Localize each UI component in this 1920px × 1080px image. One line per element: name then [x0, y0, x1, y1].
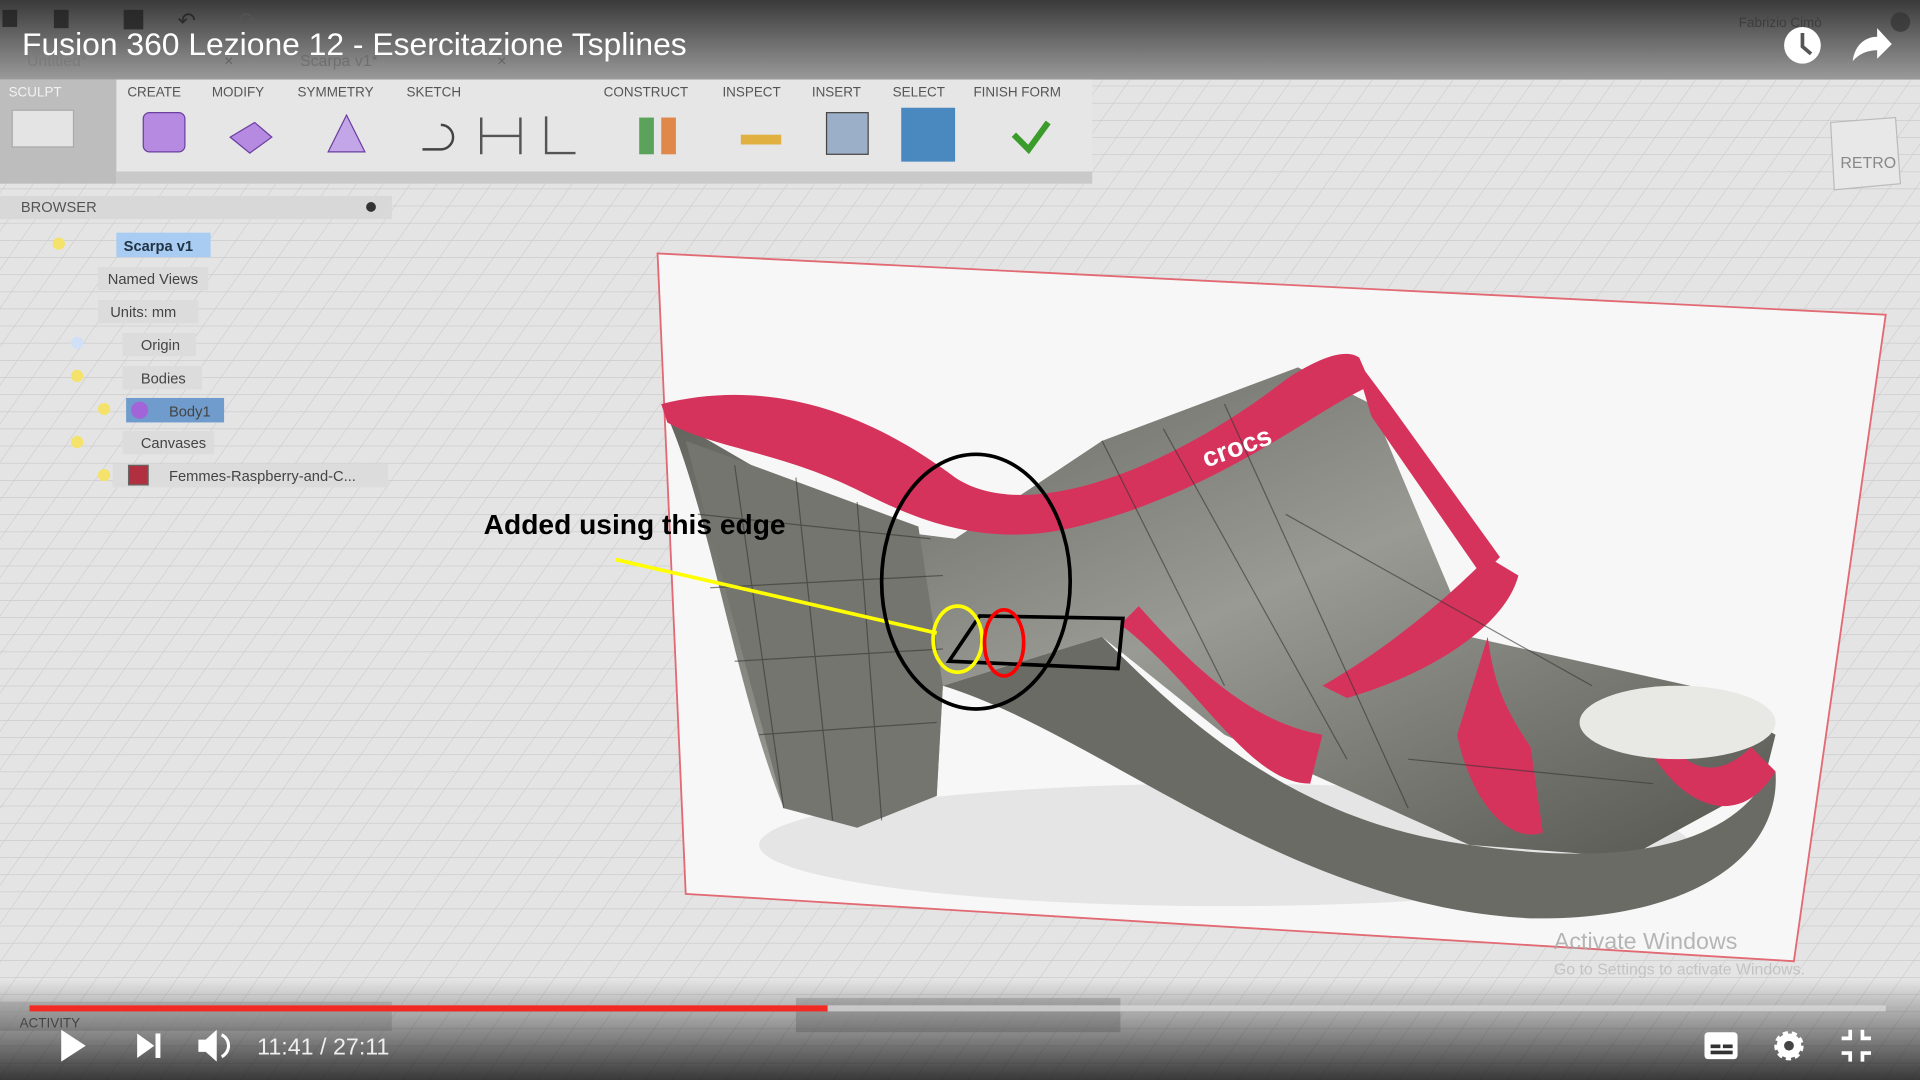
apps-grid-icon[interactable]: [2, 9, 18, 27]
browser-title: BROWSER: [21, 200, 97, 216]
progress-bar[interactable]: [29, 1005, 1886, 1012]
group-label: SKETCH: [407, 85, 462, 100]
settings-icon[interactable]: [1774, 1031, 1804, 1061]
subtitles-icon[interactable]: [1704, 1032, 1738, 1060]
video-frame: crocs RETRO ↶ ↷ Untitled* × Scarpa v1* ×…: [0, 0, 1920, 1080]
tree-item-label: Units: mm: [110, 305, 176, 321]
visibility-bulb-icon[interactable]: [71, 435, 84, 449]
group-label: CONSTRUCT: [604, 85, 688, 100]
progress-played: [29, 1005, 828, 1012]
tree-item-canvas-image[interactable]: Femmes-Raspberry-and-C...: [97, 464, 389, 488]
body-icon: [131, 401, 149, 419]
tree-item-label: Scarpa v1: [124, 239, 193, 255]
tree-item-units[interactable]: Units: mm: [97, 300, 199, 324]
visibility-bulb-icon[interactable]: [97, 402, 111, 416]
tree-item-label: Canvases: [141, 436, 206, 452]
activation-watermark-sub: Go to Settings to activate Windows.: [1554, 962, 1805, 979]
tree-item-label: Body1: [169, 404, 211, 420]
time-display: 11:41 / 27:11: [257, 1033, 389, 1059]
video-title[interactable]: Fusion 360 Lezione 12 - Esercitazione Ts…: [22, 26, 687, 62]
construct-plane-icon: [639, 117, 654, 155]
visibility-bulb-icon[interactable]: [71, 369, 84, 383]
tree-item-label: Origin: [141, 338, 180, 354]
group-label: SELECT: [893, 85, 945, 100]
group-label: FINISH FORM: [973, 85, 1060, 100]
visibility-bulb-icon[interactable]: [97, 468, 111, 482]
select-icon: [901, 107, 956, 162]
annotation-text: Added using this edge: [484, 509, 786, 540]
box-icon: [142, 112, 186, 153]
toolbar: SCULPT CREATE MODIFY SYMMETRY SKETCH CON…: [0, 79, 1093, 184]
group-label: INSPECT: [722, 85, 780, 100]
user-name: Fabrizio Cimò: [1739, 15, 1822, 30]
group-label: MODIFY: [212, 85, 264, 100]
tree-item-named-views[interactable]: Named Views: [97, 266, 209, 291]
group-label: INSERT: [812, 85, 861, 100]
group-label: SYMMETRY: [298, 85, 374, 100]
visibility-bulb-icon[interactable]: [52, 237, 65, 250]
viewcube-face-label: RETRO: [1840, 155, 1896, 172]
workspace-label: SCULPT: [9, 85, 62, 100]
sculpt-mesh-icon: [11, 109, 75, 148]
insert-image-icon: [825, 112, 869, 155]
activation-watermark: Activate Windows: [1554, 928, 1737, 954]
group-label: CREATE: [127, 85, 181, 100]
canvas-image-icon: [127, 464, 149, 486]
visibility-bulb-icon[interactable]: [71, 336, 84, 349]
tree-item-label: Named Views: [108, 272, 198, 288]
measure-icon: [740, 134, 782, 145]
tree-item-label: Bodies: [141, 371, 186, 387]
tree-item-label: Femmes-Raspberry-and-C...: [169, 469, 356, 485]
viewcube[interactable]: RETRO: [1829, 116, 1902, 191]
watch-later-button[interactable]: [1784, 26, 1821, 64]
browser-collapse-icon[interactable]: [366, 202, 376, 212]
help-icon[interactable]: [1890, 12, 1911, 32]
activity-label: ACTIVITY: [20, 1015, 81, 1030]
